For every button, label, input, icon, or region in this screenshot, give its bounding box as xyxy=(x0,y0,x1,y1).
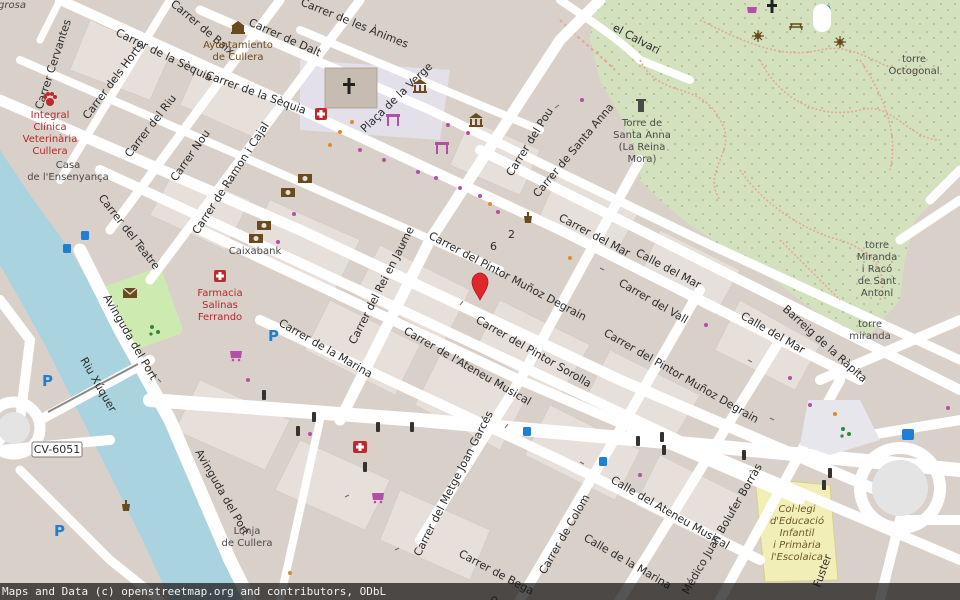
svg-text:CV-6051: CV-6051 xyxy=(34,443,81,456)
bus-stop-icon[interactable] xyxy=(81,231,89,240)
bus-stop-icon[interactable] xyxy=(902,429,914,440)
place-label-grosa: grosa xyxy=(0,0,26,11)
house-number-2: 2 xyxy=(508,228,515,241)
place-label-caixabank: Caixabank xyxy=(229,246,282,257)
pharmacy-icon[interactable] xyxy=(214,270,226,282)
church-building xyxy=(324,67,378,109)
shop-icon[interactable] xyxy=(747,7,757,13)
bank-icon[interactable] xyxy=(249,234,263,243)
bank-icon[interactable] xyxy=(298,174,312,183)
place-label-ayuntamiento: Ayuntamiento de Cullera xyxy=(203,40,273,63)
pharmacy-icon[interactable] xyxy=(315,108,327,120)
bus-stop-icon[interactable] xyxy=(63,244,71,253)
roundabout-east-center xyxy=(872,460,928,516)
parking-icon[interactable]: P xyxy=(54,522,65,540)
parking-icon[interactable]: P xyxy=(42,372,53,390)
place-label-farmacia: Farmacia Salinas Ferrando xyxy=(197,288,242,323)
bus-stop-icon[interactable] xyxy=(523,427,531,436)
water-tower-icon xyxy=(813,4,831,32)
bank-icon[interactable] xyxy=(257,221,271,230)
post-office-icon[interactable] xyxy=(122,287,138,298)
parking-icon[interactable]: P xyxy=(268,327,279,345)
pharmacy-icon[interactable] xyxy=(353,441,367,453)
house-number-6: 6 xyxy=(490,240,497,253)
map-attribution: Maps and Data (c) openstreetmap.org and … xyxy=(0,583,960,600)
road-ref-cv6051: CV-6051 xyxy=(31,441,83,458)
bus-stop-icon[interactable] xyxy=(599,457,607,466)
map-canvas[interactable]: Carrer Cervantes Carrer de Baix Carrer d… xyxy=(0,0,960,600)
bank-icon[interactable] xyxy=(281,188,295,197)
